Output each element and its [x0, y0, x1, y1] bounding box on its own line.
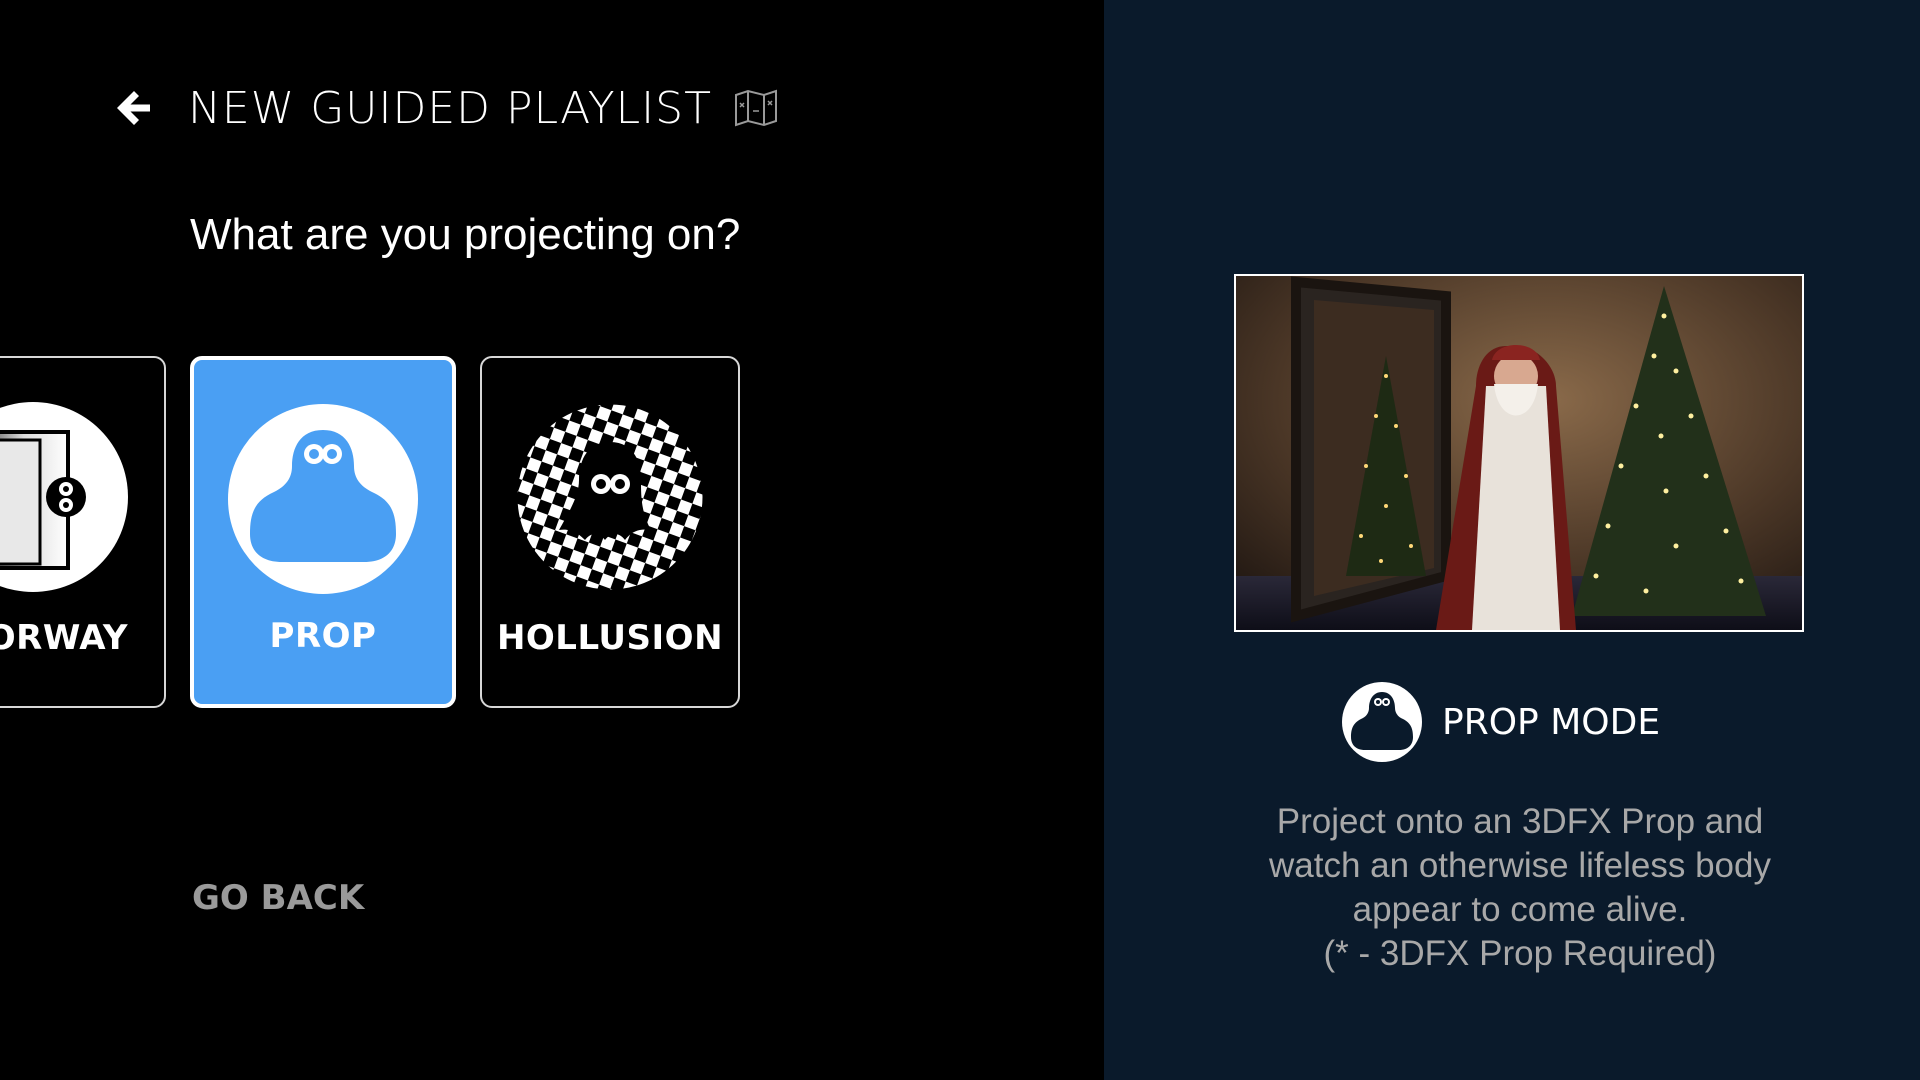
ghost-icon	[228, 404, 418, 594]
preview-image	[1234, 274, 1804, 632]
santa-preview-image	[1236, 276, 1802, 630]
mode-description-line: appear to come alive.	[1352, 890, 1688, 929]
left-panel: NEW GUIDED PLAYLIST What are you project…	[0, 0, 1104, 1080]
mode-description-line: (* - 3DFX Prop Required)	[1323, 934, 1717, 973]
card-doorway-label: ORWAY	[0, 618, 128, 658]
card-doorway[interactable]: ORWAY	[0, 356, 166, 708]
page-title: NEW GUIDED PLAYLIST	[188, 82, 712, 134]
page-header: NEW GUIDED PLAYLIST	[110, 80, 778, 136]
card-hollusion[interactable]: HOLLUSION	[480, 356, 740, 708]
mode-description-line: watch an otherwise lifeless body	[1269, 846, 1771, 885]
mode-title: PROP MODE	[1442, 701, 1661, 743]
question-heading: What are you projecting on?	[190, 210, 741, 259]
card-hollusion-label: HOLLUSION	[496, 618, 724, 658]
card-prop[interactable]: PROP	[190, 356, 456, 708]
mode-description: Project onto an 3DFX Prop and watch an o…	[1204, 800, 1836, 976]
back-arrow-icon[interactable]	[110, 85, 156, 131]
go-back-button[interactable]: GO BACK	[192, 878, 364, 918]
mode-description-line: Project onto an 3DFX Prop and	[1276, 802, 1764, 841]
mode-title-row: PROP MODE	[1340, 680, 1660, 764]
checkered-ghost-icon	[514, 401, 706, 593]
map-icon	[734, 89, 777, 127]
ghost-icon	[1342, 682, 1422, 762]
doorway-icon	[0, 402, 128, 592]
detail-panel: PROP MODE Project onto an 3DFX Prop and …	[1104, 0, 1920, 1080]
card-prop-label: PROP	[269, 616, 377, 656]
